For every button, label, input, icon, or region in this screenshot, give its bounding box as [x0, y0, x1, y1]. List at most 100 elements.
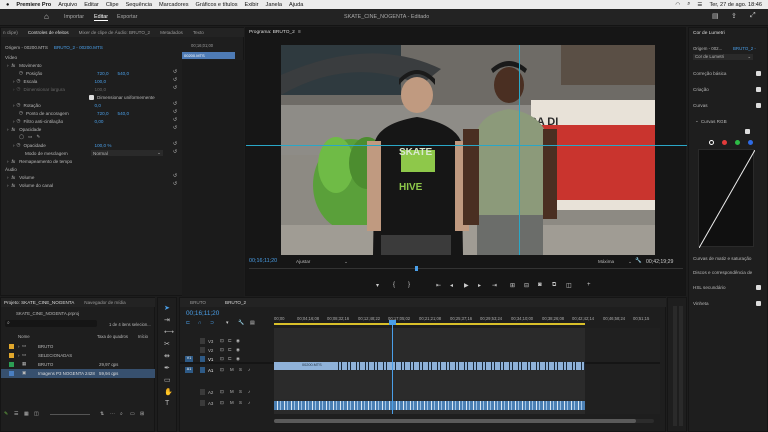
lock-icon[interactable]: ⊡: [220, 347, 224, 353]
tab-source[interactable]: n clipe): [1, 30, 23, 35]
tab-metadata[interactable]: Metadados: [155, 30, 188, 35]
lock-icon[interactable]: ⊡: [220, 338, 224, 344]
reset-icon[interactable]: ↺: [173, 124, 181, 132]
tab-sequence-bruto2[interactable]: BRUTO_2: [211, 300, 251, 305]
playhead-head[interactable]: [389, 320, 396, 325]
vr-icon[interactable]: ◫: [566, 282, 572, 289]
search-icon[interactable]: ⌕: [687, 1, 690, 8]
volume-row[interactable]: › fx Volume: [7, 173, 34, 181]
expand-icon[interactable]: ›: [18, 344, 19, 349]
channel-blue[interactable]: [748, 140, 753, 145]
menu-janela[interactable]: Janela: [266, 2, 282, 8]
captions-icon[interactable]: ▤: [250, 320, 255, 326]
lock-icon[interactable]: ⊡: [220, 400, 224, 406]
pen-tool-icon[interactable]: ✒: [164, 364, 170, 372]
lumetri-curves[interactable]: Curvas: [693, 101, 761, 109]
quality-select[interactable]: Máxima ⌄: [598, 259, 632, 265]
automate-icon[interactable]: ⋯: [110, 411, 115, 417]
reset-icon[interactable]: ↺: [173, 140, 181, 148]
share-icon[interactable]: ⇪: [731, 12, 737, 20]
fullscreen-icon[interactable]: ⤢: [750, 12, 756, 20]
freeform-view-icon[interactable]: ◫: [34, 411, 39, 417]
uniform-checkbox[interactable]: [89, 94, 94, 100]
lumetri-creative[interactable]: Criação: [693, 85, 761, 93]
zoom-slider[interactable]: [50, 414, 90, 415]
vignette[interactable]: Vinheta: [693, 299, 761, 307]
track-header-v2[interactable]: V2 ⊡ ⊏ ◉: [198, 347, 272, 355]
track-header-a2[interactable]: A2 ⊡ M S ♪: [198, 389, 272, 397]
channel-white[interactable]: [709, 140, 714, 145]
menu-clipe[interactable]: Clipe: [106, 2, 119, 8]
reset-icon[interactable]: ↺: [173, 172, 181, 180]
prop-value[interactable]: 0,00: [95, 119, 104, 124]
audio-clip[interactable]: [274, 371, 585, 399]
list-item[interactable]: ▣ Imagens P3 NOGENTA 2428 59,94 qps: [1, 369, 155, 378]
program-title[interactable]: Programa: BRUTO_2: [249, 30, 295, 35]
mute-button[interactable]: M: [230, 367, 234, 372]
channel-volume-row[interactable]: › fx Volume do canal: [7, 181, 53, 189]
reset-icon[interactable]: ↺: [173, 180, 181, 188]
track-header-a3[interactable]: A3 ⊡ M S ♪: [198, 400, 272, 408]
marker-icon[interactable]: ▾: [376, 282, 379, 289]
tab-importar[interactable]: Importar: [64, 14, 84, 20]
tab-project[interactable]: Projeto: SKATE_CINE_NOGENTA: [1, 300, 79, 305]
overwrite-icon[interactable]: ⊟: [524, 282, 529, 289]
solo-button[interactable]: S: [239, 389, 242, 394]
curves-rgb-label[interactable]: ⌄ Curvas RGB: [695, 117, 727, 125]
ellipse-mask-icon[interactable]: ◯: [19, 134, 24, 140]
channel-green[interactable]: [735, 140, 740, 145]
rect-mask-icon[interactable]: ▭: [28, 134, 32, 140]
menu-ajuda[interactable]: Ajuda: [289, 2, 303, 8]
motion-row[interactable]: › fx Movimento: [7, 61, 42, 69]
lumetri-source[interactable]: Origem - 002...: [693, 46, 722, 51]
lock-icon[interactable]: ⊡: [220, 389, 224, 395]
app-name[interactable]: Premiere Pro: [16, 2, 51, 8]
hand-tool-icon[interactable]: ✋: [164, 388, 173, 396]
mic-icon[interactable]: ♪: [248, 389, 250, 394]
curve-graph[interactable]: [698, 149, 756, 249]
razor-tool-icon[interactable]: ✂: [164, 340, 170, 348]
lumetri-effect-select[interactable]: Cor de Lumetri ⌄: [693, 54, 753, 60]
fit-select[interactable]: Ajustar ⌄: [296, 259, 348, 265]
track-header-a1[interactable]: A1 A1 ⊡ M S ♪: [183, 367, 272, 375]
clip-label[interactable]: BRUTO_2 - 00200.MTS: [54, 45, 103, 50]
go-to-out-icon[interactable]: ⇥: [492, 282, 497, 289]
solo-button[interactable]: S: [239, 400, 242, 405]
curves-rgb-checkbox[interactable]: [745, 129, 750, 134]
opacity-value[interactable]: 100,0 %: [95, 143, 112, 148]
step-forward-icon[interactable]: ▸: [478, 282, 481, 289]
program-timecode[interactable]: 00;16;11;20: [249, 258, 277, 264]
opacity-row[interactable]: › fx Opacidade: [7, 125, 41, 133]
wrench-icon[interactable]: 🔧: [238, 320, 244, 326]
pen-mask-icon[interactable]: ✎: [37, 134, 41, 140]
type-tool-icon[interactable]: T: [165, 400, 169, 407]
list-item[interactable]: › ▭ BRUTO: [1, 342, 155, 351]
video-clip[interactable]: 00200.MTS: [274, 362, 585, 370]
source-label[interactable]: Origem - 00200.MTS: [5, 45, 48, 50]
snap-icon[interactable]: ∩: [198, 320, 202, 326]
menu-arquivo[interactable]: Arquivo: [58, 2, 77, 8]
lumetri-clip[interactable]: BRUTO_2 -: [733, 46, 756, 51]
sync-icon[interactable]: ⊏: [228, 338, 232, 344]
go-to-in-icon[interactable]: ⇤: [436, 282, 441, 289]
eye-icon[interactable]: ◉: [236, 338, 240, 344]
solo-button[interactable]: S: [239, 367, 242, 372]
reset-icon[interactable]: ↺: [173, 116, 181, 124]
list-item[interactable]: › ▭ SELECIONADAS: [1, 351, 155, 360]
find-icon[interactable]: ⌕: [120, 411, 123, 417]
audio-clip-lower[interactable]: [274, 401, 585, 410]
section-checkbox[interactable]: [756, 102, 761, 108]
track-header-v1[interactable]: V1 V1 ⊡ ⊏ ◉: [183, 356, 272, 364]
mic-icon[interactable]: ♪: [248, 400, 250, 405]
nest-icon[interactable]: ⊏: [186, 320, 190, 326]
mute-button[interactable]: M: [230, 400, 234, 405]
add-button-icon[interactable]: +: [587, 282, 591, 288]
playhead-marker[interactable]: [415, 266, 418, 271]
control-center-icon[interactable]: ☰: [697, 2, 702, 8]
menu-editar[interactable]: Editar: [84, 2, 99, 8]
mark-out-icon[interactable]: }: [408, 282, 410, 288]
prop-value-x[interactable]: 720,0: [97, 111, 109, 116]
tab-audio-mixer[interactable]: Mixer de clipe de Áudio: BRUTO_2: [74, 30, 155, 35]
reset-icon[interactable]: ↺: [173, 108, 181, 116]
icon-view-icon[interactable]: ▦: [24, 411, 29, 417]
